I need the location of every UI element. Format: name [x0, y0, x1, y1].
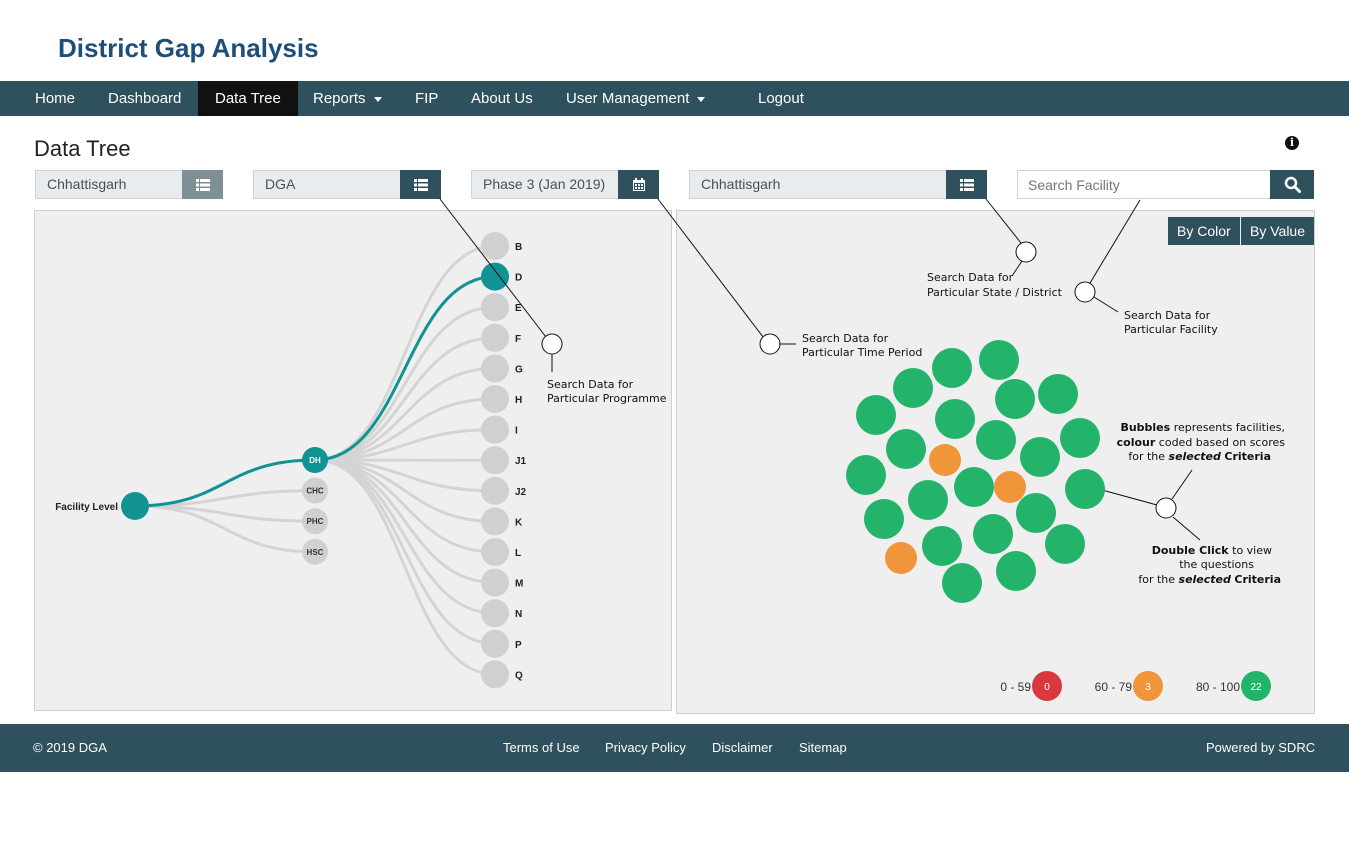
footer-terms-link[interactable]: Terms of Use — [503, 724, 580, 772]
nav-about[interactable]: About Us — [454, 81, 550, 116]
nav-data-tree[interactable]: Data Tree — [198, 81, 298, 116]
footer-privacy-link[interactable]: Privacy Policy — [605, 724, 686, 772]
tree-panel — [34, 210, 672, 711]
info-icon[interactable]: i — [1285, 136, 1299, 150]
state-list-button[interactable] — [182, 170, 223, 199]
nav-home[interactable]: Home — [18, 81, 92, 116]
main-navbar: Home Dashboard Data Tree Reports FIP Abo… — [0, 81, 1349, 116]
footer-disclaimer-link[interactable]: Disclaimer — [712, 724, 773, 772]
nav-dashboard-label: Dashboard — [108, 90, 182, 107]
programme-list-button[interactable] — [400, 170, 441, 199]
nav-user-management[interactable]: User Management — [549, 81, 722, 116]
nav-home-label: Home — [35, 90, 76, 107]
footer-sitemap-link[interactable]: Sitemap — [799, 724, 847, 772]
nav-user-management-label: User Management — [566, 90, 690, 107]
footer: © 2019 DGA Terms of Use Privacy Policy D… — [0, 724, 1349, 772]
district-select-value: Chhattisgarh — [701, 176, 781, 192]
nav-logout-label: Logout — [758, 90, 804, 107]
footer-copyright: © 2019 DGA — [33, 740, 107, 755]
calendar-icon — [632, 178, 645, 191]
list-icon — [959, 178, 974, 191]
programme-select-value: DGA — [265, 176, 296, 192]
by-color-button[interactable]: By Color — [1168, 217, 1240, 245]
nav-data-tree-label: Data Tree — [215, 90, 281, 107]
nav-reports[interactable]: Reports — [296, 81, 399, 116]
bubble-panel — [676, 210, 1315, 714]
list-icon — [413, 178, 428, 191]
by-value-button[interactable]: By Value — [1241, 217, 1314, 245]
chevron-down-icon — [697, 96, 706, 102]
search-facility-input[interactable] — [1017, 170, 1271, 199]
footer-powered-by: Powered by SDRC — [1206, 740, 1316, 755]
nav-fip-label: FIP — [415, 90, 439, 107]
state-select[interactable]: Chhattisgarh — [35, 170, 223, 199]
nav-reports-label: Reports — [313, 90, 366, 107]
search-button[interactable] — [1270, 170, 1314, 199]
district-select[interactable]: Chhattisgarh — [689, 170, 987, 199]
nav-fip[interactable]: FIP — [398, 81, 455, 116]
nav-about-label: About Us — [471, 90, 533, 107]
nav-dashboard[interactable]: Dashboard — [91, 81, 198, 116]
page-title: Data Tree — [34, 136, 131, 161]
phase-select-value: Phase 3 (Jan 2019) — [483, 176, 606, 192]
list-icon — [195, 178, 210, 191]
state-select-value: Chhattisgarh — [47, 176, 127, 192]
nav-logout[interactable]: Logout — [741, 81, 821, 116]
chevron-down-icon — [373, 96, 382, 102]
programme-select[interactable]: DGA — [253, 170, 441, 199]
phase-calendar-button[interactable] — [618, 170, 659, 199]
search-icon — [1284, 176, 1301, 193]
app-title: District Gap Analysis — [58, 33, 319, 63]
district-list-button[interactable] — [946, 170, 987, 199]
phase-select[interactable]: Phase 3 (Jan 2019) — [471, 170, 659, 199]
